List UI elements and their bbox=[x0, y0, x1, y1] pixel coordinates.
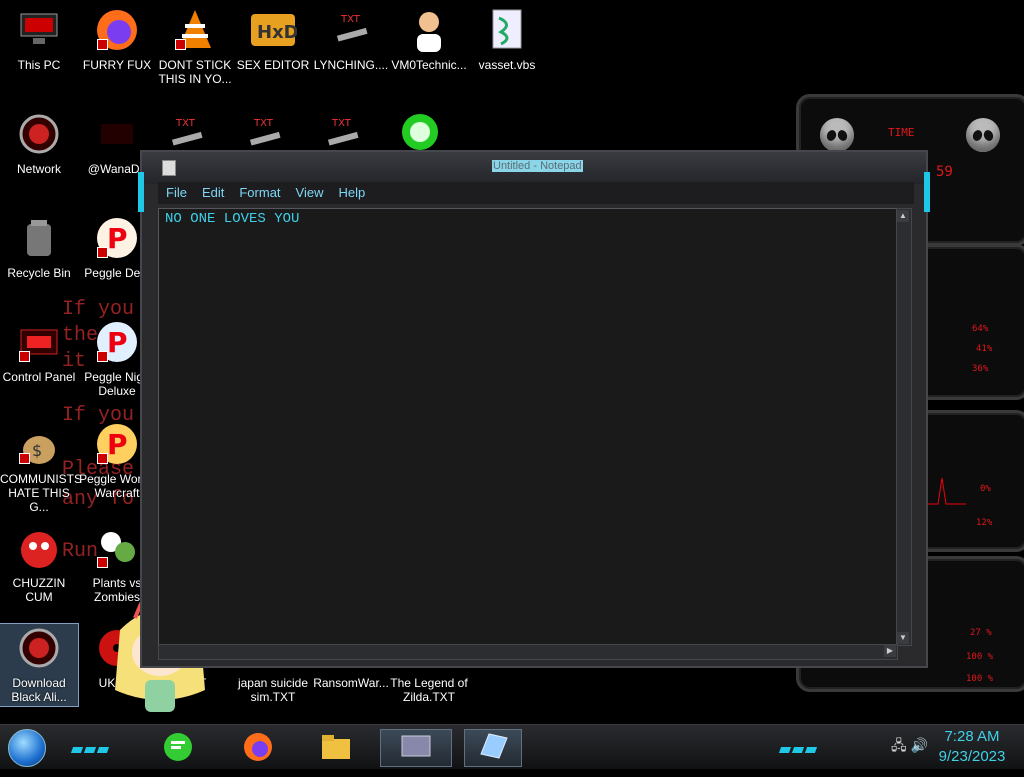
menu-view[interactable]: View bbox=[288, 182, 331, 200]
widget-readout: 0% bbox=[980, 484, 991, 494]
taskbar-decor bbox=[778, 740, 822, 753]
chuzzle-icon bbox=[15, 524, 63, 572]
menu-file[interactable]: File bbox=[158, 182, 194, 200]
desktop-icon-vasset[interactable]: vasset.vbs bbox=[468, 6, 546, 72]
window-app-icon[interactable] bbox=[380, 729, 452, 767]
start-button[interactable] bbox=[8, 729, 46, 767]
technician-icon bbox=[405, 6, 453, 54]
desktop-icon-recycle-bin[interactable]: Recycle Bin bbox=[0, 214, 78, 280]
network-icon[interactable]: 🖧 bbox=[891, 737, 907, 753]
text-editor[interactable]: NO ONE LOVES YOU bbox=[159, 209, 897, 645]
alien-network-icon bbox=[15, 110, 63, 158]
desktop-icon-ransomware[interactable]: RansomWar... bbox=[312, 676, 390, 690]
widget-readout: 100 % bbox=[966, 652, 994, 662]
desktop-icon-furry-fux[interactable]: FURRY FUX bbox=[78, 6, 156, 72]
svg-text:P: P bbox=[107, 428, 128, 461]
wanadecryptor-icon bbox=[93, 110, 141, 158]
notepad-icon bbox=[162, 160, 176, 176]
menu-help[interactable]: Help bbox=[330, 182, 372, 200]
frame-glow bbox=[138, 172, 144, 212]
volume-icon[interactable]: 🔊 bbox=[911, 737, 928, 753]
desktop-icon-download-black-alien[interactable]: Download Black Ali... bbox=[0, 623, 79, 707]
svg-text:TXT: TXT bbox=[175, 118, 196, 129]
clock-date: 9/23/2023 bbox=[938, 748, 1006, 765]
menu-edit[interactable]: Edit bbox=[194, 182, 231, 200]
widget-readout: 41% bbox=[976, 344, 993, 354]
desktop-icon-network[interactable]: Network bbox=[0, 110, 78, 176]
widget-readout: 12% bbox=[976, 518, 993, 528]
text-area-container: NO ONE LOVES YOU bbox=[158, 208, 898, 646]
svg-text:$: $ bbox=[32, 441, 42, 460]
scroll-right-button[interactable]: ▶ bbox=[884, 645, 896, 657]
desktop-icon-lynching[interactable]: TXT LYNCHING.... bbox=[312, 6, 390, 72]
notepad-window[interactable]: Untitled - Notepad File Edit Format View Hel… bbox=[138, 150, 930, 668]
recycle-bin-icon bbox=[15, 214, 63, 262]
menu-format[interactable]: Format bbox=[231, 182, 287, 200]
desktop-icon-communists[interactable]: $ COMMUNISTS HATE THIS G... bbox=[0, 420, 82, 514]
desktop-icon-dont-stick[interactable]: DONT STICK THIS IN YO... bbox=[156, 6, 234, 86]
txt-file-icon: TXT bbox=[327, 6, 375, 54]
svg-text:HxD: HxD bbox=[257, 22, 297, 43]
money-bag-icon: $ bbox=[15, 420, 63, 468]
svg-text:TXT: TXT bbox=[253, 118, 274, 129]
peggle-icon: P bbox=[93, 318, 141, 366]
clock-time: 7:28 AM bbox=[944, 728, 1000, 745]
svg-text:TXT: TXT bbox=[340, 14, 361, 25]
scroll-down-button[interactable]: ▼ bbox=[897, 632, 909, 644]
svg-text:P: P bbox=[107, 326, 128, 359]
chat-app-icon[interactable] bbox=[158, 729, 198, 765]
widget-time-label: TIME bbox=[888, 126, 915, 139]
taskbar-decor bbox=[70, 740, 114, 753]
taskbar: 🖧 🔊 7:28 AM 9/23/2023 bbox=[0, 724, 1024, 769]
firefox-icon bbox=[93, 6, 141, 54]
script-file-icon bbox=[483, 6, 531, 54]
widget-readout: 27 % bbox=[970, 628, 992, 638]
title-bar[interactable]: Untitled - Notepad bbox=[142, 152, 926, 184]
network-graph bbox=[926, 477, 966, 505]
horizontal-scrollbar[interactable]: ▶ bbox=[158, 644, 898, 660]
peggle-icon: P bbox=[93, 420, 141, 468]
clock[interactable]: 7:28 AM 9/23/2023 bbox=[930, 727, 1014, 767]
firefox-icon[interactable] bbox=[238, 729, 278, 765]
svg-text:P: P bbox=[107, 222, 128, 255]
widget-readout: 36% bbox=[972, 364, 989, 374]
alien-head-icon bbox=[820, 118, 854, 152]
window-title: Untitled - Notepad bbox=[492, 160, 583, 172]
desktop-icon-control-panel[interactable]: Control Panel bbox=[0, 318, 78, 384]
frame-glow bbox=[924, 172, 930, 212]
file-explorer-icon[interactable] bbox=[316, 729, 356, 765]
ransom-text-line: If you bbox=[62, 298, 135, 321]
svg-text:TXT: TXT bbox=[331, 118, 352, 129]
computer-icon bbox=[15, 6, 63, 54]
hxd-editor-icon: HxD bbox=[249, 6, 299, 54]
widget-readout: 64% bbox=[972, 324, 989, 334]
control-panel-icon bbox=[15, 318, 63, 366]
peggle-icon: P bbox=[93, 214, 141, 262]
desktop-icon-sex-editor[interactable]: HxD SEX EDITOR bbox=[234, 6, 312, 72]
plant-icon bbox=[93, 524, 141, 572]
scroll-up-button[interactable]: ▲ bbox=[897, 210, 909, 222]
system-tray: 🖧 🔊 bbox=[891, 735, 928, 759]
desktop-icon-chuzzin[interactable]: CHUZZIN CUM bbox=[0, 524, 78, 604]
notepad-icon[interactable] bbox=[464, 729, 522, 767]
menu-bar: File Edit Format View Help bbox=[158, 182, 914, 204]
desktop-icon-this-pc[interactable]: This PC bbox=[0, 6, 78, 72]
alien-head-icon bbox=[966, 118, 1000, 152]
vlc-cone-icon bbox=[171, 6, 219, 54]
desktop-icon-vm0technic[interactable]: VM0Technic... bbox=[390, 6, 468, 72]
vertical-scrollbar[interactable]: ▲ ▼ bbox=[896, 208, 912, 646]
widget-readout: 100 % bbox=[966, 674, 994, 684]
alien-icon bbox=[15, 624, 63, 672]
widget-time-digits: 59 bbox=[936, 164, 953, 180]
desktop-icon-japan-suicide-sim[interactable]: japan suicide sim.TXT bbox=[234, 676, 312, 704]
desktop-icon-legend-of-zilda[interactable]: The Legend of Zilda.TXT bbox=[390, 676, 468, 704]
